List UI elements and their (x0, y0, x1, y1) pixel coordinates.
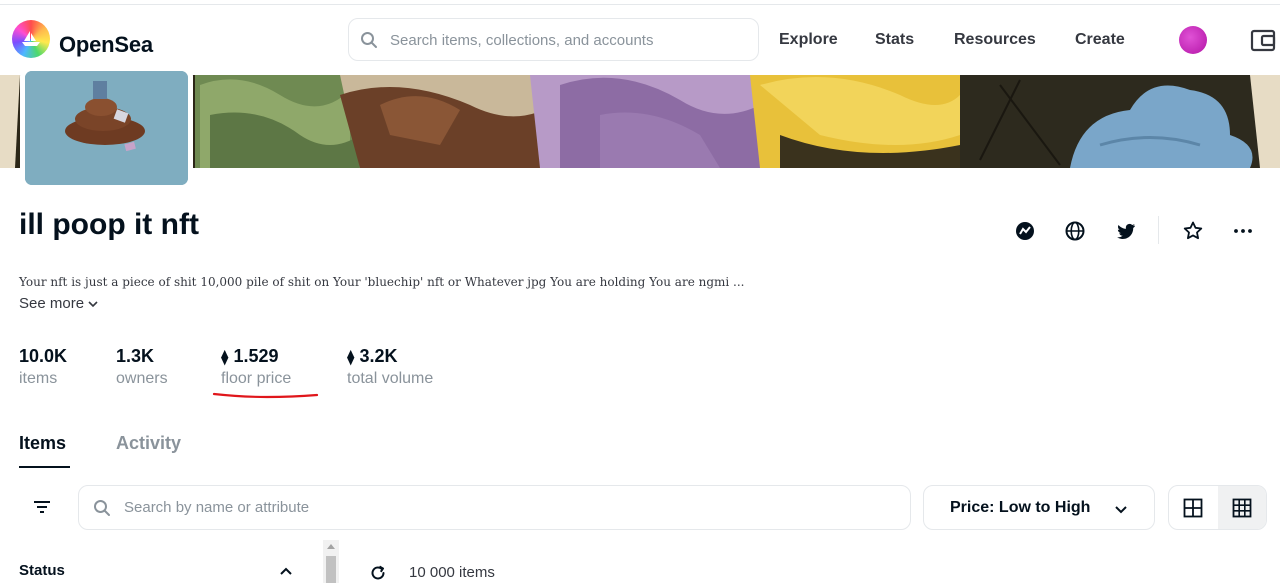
sidebar-scrollbar[interactable] (323, 540, 339, 583)
brand-name[interactable]: OpenSea (59, 32, 153, 58)
stat-floor-price: ⧫ 1.529 (221, 346, 278, 367)
stat-owners-value: 1.3K (116, 346, 155, 366)
avatar[interactable] (1179, 26, 1207, 54)
tab-items[interactable]: Items (19, 433, 66, 454)
large-grid-icon (1183, 498, 1203, 518)
boat-icon (22, 31, 40, 46)
collection-profile-image (20, 66, 193, 191)
nav-link-stats[interactable]: Stats (875, 31, 914, 49)
grid-view-toggle (1168, 485, 1267, 530)
actions-divider (1158, 216, 1159, 244)
activity-chart-icon[interactable] (1013, 219, 1037, 243)
collection-description: Your nft is just a piece of shit 10,000 … (19, 275, 745, 289)
sort-label: Price: Low to High (950, 499, 1091, 516)
stat-items-label: items (19, 370, 58, 387)
eth-icon: ⧫ (221, 349, 229, 366)
star-favorite-icon[interactable] (1181, 219, 1205, 243)
profile-artwork (25, 71, 188, 185)
active-tab-indicator (19, 466, 70, 468)
twitter-icon[interactable] (1114, 219, 1138, 243)
see-more-link[interactable]: See more (19, 295, 98, 312)
item-count: 10 000 items (409, 564, 495, 581)
eth-icon: ⧫ (347, 349, 355, 366)
scrollbar-thumb[interactable] (326, 556, 336, 583)
search-placeholder: Search items, collections, and accounts (390, 32, 654, 49)
attribute-search-placeholder: Search by name or attribute (124, 499, 310, 516)
small-grid-button[interactable] (1218, 486, 1266, 529)
search-icon (361, 32, 377, 48)
stat-total-volume-value: 3.2K (359, 346, 398, 366)
collection-title: ill poop it nft (19, 208, 199, 241)
attribute-search-input[interactable]: Search by name or attribute (78, 485, 911, 530)
stat-total-volume-label: total volume (347, 370, 434, 387)
large-grid-button[interactable] (1169, 486, 1218, 529)
refresh-icon[interactable] (369, 564, 387, 582)
website-globe-icon[interactable] (1063, 219, 1087, 243)
stat-owners-label: owners (116, 370, 168, 387)
see-more-label: See more (19, 295, 85, 312)
chevron-down-icon (88, 301, 98, 308)
stat-items-value: 10.0K (19, 346, 68, 366)
status-filter-header[interactable]: Status (19, 562, 65, 579)
scroll-up-arrow-icon[interactable] (327, 544, 335, 549)
filter-icon[interactable] (28, 495, 56, 519)
wallet-icon[interactable] (1250, 27, 1276, 53)
global-search-input[interactable]: Search items, collections, and accounts (348, 18, 759, 61)
sort-dropdown[interactable]: Price: Low to High (923, 485, 1155, 530)
stat-floor-price-value: 1.529 (233, 346, 279, 366)
stat-total-volume: ⧫ 3.2K (347, 346, 397, 367)
nav-link-create[interactable]: Create (1075, 31, 1125, 49)
top-nav: OpenSea Search items, collections, and a… (0, 5, 1280, 75)
red-underline-annotation (212, 392, 319, 399)
small-grid-icon (1232, 498, 1252, 518)
nav-link-explore[interactable]: Explore (779, 31, 838, 49)
chevron-down-icon (1115, 506, 1127, 514)
stat-floor-price-label: floor price (221, 370, 292, 387)
search-icon (94, 500, 110, 516)
chevron-up-icon[interactable] (278, 564, 294, 578)
opensea-logo[interactable] (12, 20, 50, 58)
nav-link-resources[interactable]: Resources (954, 31, 1036, 49)
more-options-icon[interactable] (1231, 219, 1255, 243)
tab-activity[interactable]: Activity (116, 433, 181, 454)
